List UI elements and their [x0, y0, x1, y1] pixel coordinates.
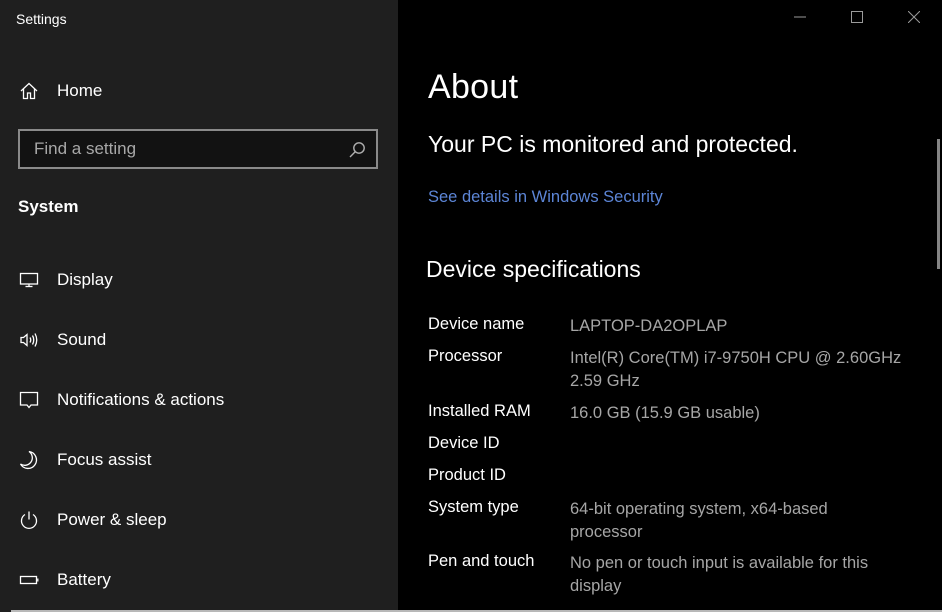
sidebar-item-notifications[interactable]: Notifications & actions [0, 378, 398, 422]
device-specs-title: Device specifications [426, 256, 641, 282]
moon-icon [18, 449, 40, 471]
windows-security-link[interactable]: See details in Windows Security [428, 188, 663, 207]
sidebar-item-home[interactable]: Home [0, 72, 398, 110]
spec-value: LAPTOP-DA2OPLAP [570, 317, 728, 335]
spec-value: 16.0 GB (15.9 GB usable) [570, 404, 760, 422]
protection-status: Your PC is monitored and protected. [428, 131, 798, 157]
power-icon [18, 509, 40, 531]
minimize-icon [794, 10, 806, 28]
spec-label: Device name [428, 315, 525, 333]
sidebar-item-label: Sound [57, 330, 107, 349]
sidebar-item-display[interactable]: Display [0, 258, 398, 302]
close-button[interactable] [886, 0, 942, 38]
search-input[interactable] [20, 131, 376, 167]
speaker-icon [18, 329, 40, 351]
sidebar-item-label: Focus assist [57, 450, 152, 469]
page-title: About [428, 68, 519, 106]
maximize-icon [851, 10, 863, 28]
sidebar-item-label: Display [57, 270, 113, 289]
search-box[interactable] [18, 129, 378, 169]
spec-label: Installed RAM [428, 402, 531, 420]
spec-value: 64-bit operating system, x64-based proce… [570, 500, 828, 541]
sidebar-item-label: Notifications & actions [57, 390, 225, 409]
sidebar-item-label: Home [57, 81, 103, 100]
spec-label: Processor [428, 347, 503, 365]
maximize-button[interactable] [829, 0, 885, 38]
sidebar-item-battery[interactable]: Battery [0, 558, 398, 602]
notification-icon [18, 389, 40, 411]
sidebar-item-focus-assist[interactable]: Focus assist [0, 438, 398, 482]
search-icon[interactable] [347, 140, 367, 160]
battery-icon [18, 569, 40, 591]
minimize-button[interactable] [772, 0, 828, 38]
sidebar: Settings Home System Display Sound Notif… [0, 0, 398, 612]
monitor-icon [18, 269, 40, 291]
main-content: About Your PC is monitored and protected… [398, 0, 942, 612]
spec-value: No pen or touch input is available for t… [570, 554, 869, 595]
app-title: Settings [16, 11, 67, 27]
spec-label: Product ID [428, 466, 506, 484]
sidebar-item-label: Battery [57, 570, 111, 589]
spec-value: Intel(R) Core(TM) i7-9750H CPU @ 2.60GHz… [570, 349, 902, 390]
section-title: System [18, 197, 79, 216]
sidebar-item-power-sleep[interactable]: Power & sleep [0, 498, 398, 542]
home-icon [18, 80, 40, 102]
sidebar-item-sound[interactable]: Sound [0, 318, 398, 362]
close-icon [907, 10, 921, 28]
scrollbar-thumb[interactable] [937, 139, 940, 269]
spec-label: System type [428, 498, 519, 516]
spec-label: Device ID [428, 434, 500, 452]
sidebar-item-label: Power & sleep [57, 510, 167, 529]
spec-label: Pen and touch [428, 552, 535, 570]
